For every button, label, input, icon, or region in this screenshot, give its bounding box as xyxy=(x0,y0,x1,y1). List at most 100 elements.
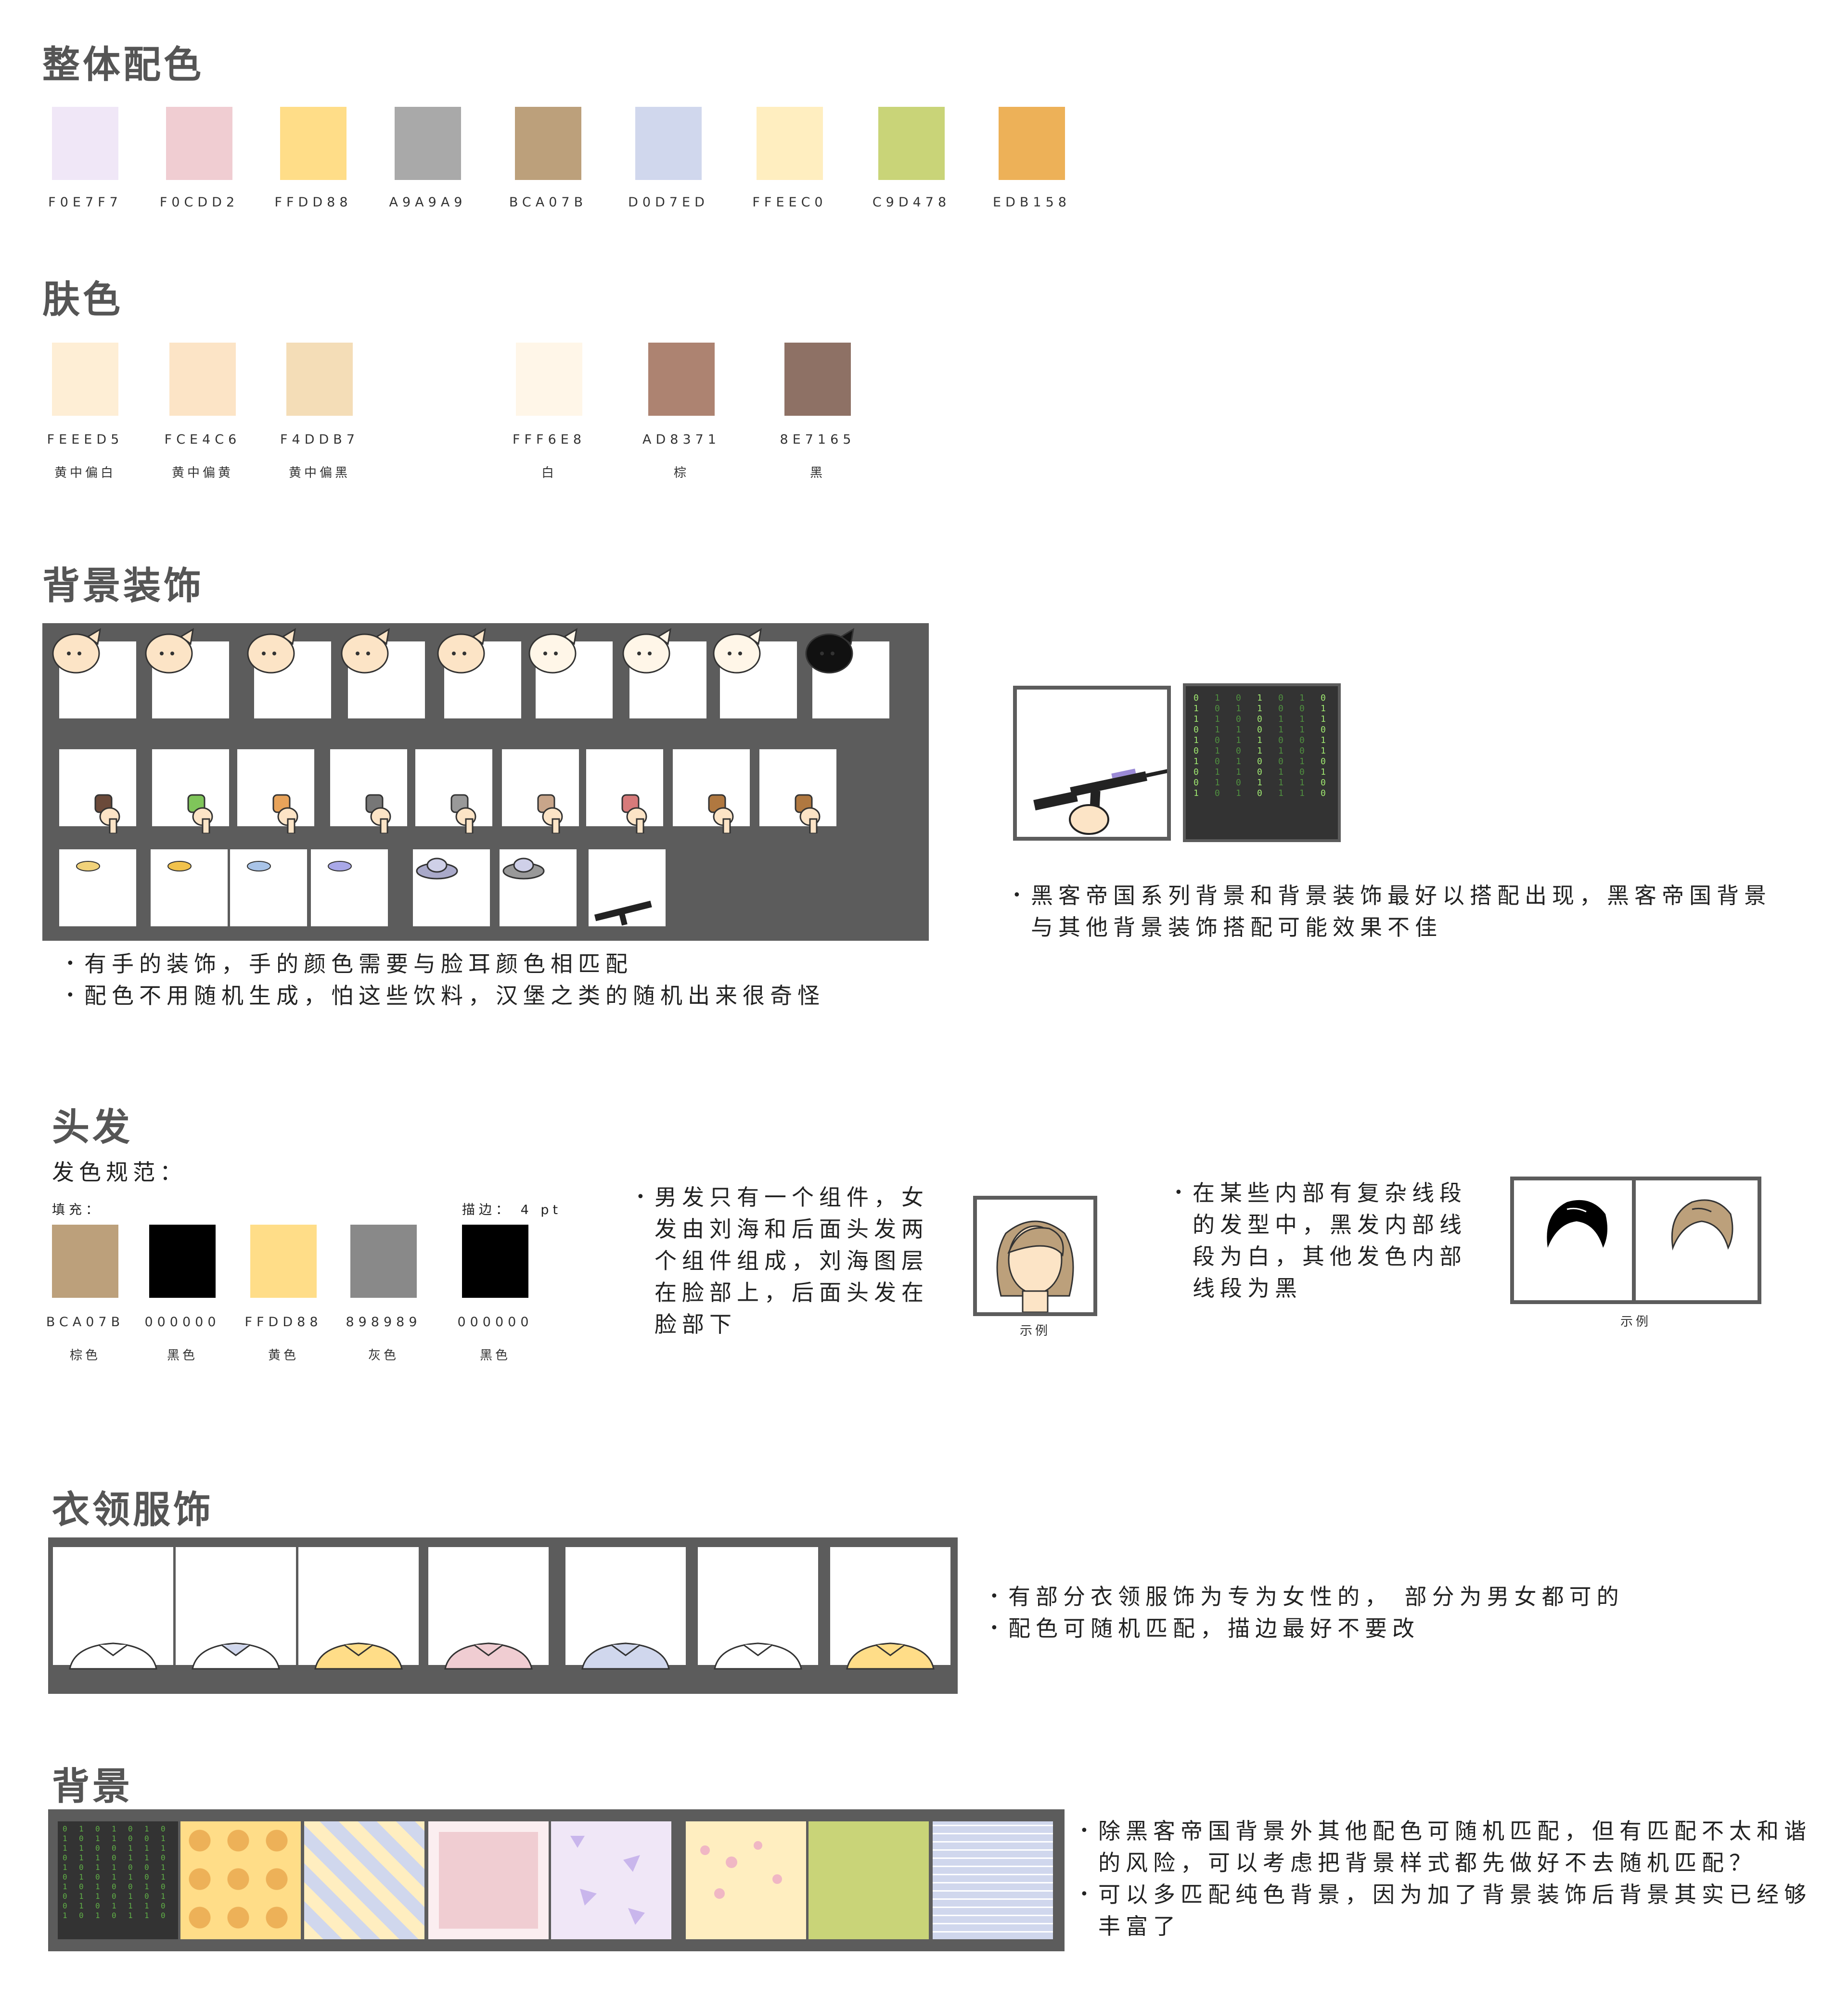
matrix-column: 0110101001 xyxy=(1194,693,1199,798)
skin-label: 黄中偏白 xyxy=(54,466,116,480)
collar-note-1: • 有部分衣领服饰为专为女性的， 部分为男女都可的 xyxy=(990,1584,1624,1610)
section-title-skin: 肤色 xyxy=(42,278,124,321)
color-code: EDB158 xyxy=(993,195,1071,210)
hacker-note-line-1: • 黑客帝国系列背景和背景装饰最好以搭配出现，黑客帝国背景 xyxy=(1013,883,1771,909)
section-title-overall: 整体配色 xyxy=(42,43,205,87)
matrix-column: 1011010110 xyxy=(79,1824,84,1920)
collar-icon xyxy=(444,1642,533,1670)
color-code: FFEEC0 xyxy=(752,195,827,210)
hair-label: 黑色 xyxy=(167,1348,198,1363)
collar-icon xyxy=(314,1642,403,1670)
matrix-column: 0011010111 xyxy=(1278,693,1283,798)
color-code: C9D478 xyxy=(872,195,951,210)
cat-peek-icon xyxy=(622,628,672,674)
matrix-column: 0101101101 xyxy=(1236,693,1241,798)
collar-card xyxy=(428,1547,549,1670)
hair-note-1: • 男发只有一个组件，女 发由刘海和后面头发两 个组件组成，刘海图层 在脸部上，后面头… xyxy=(636,1184,929,1337)
hair-code: 898989 xyxy=(346,1315,422,1330)
collar-icon xyxy=(581,1642,670,1670)
bird-icon xyxy=(247,861,271,871)
decor-card xyxy=(152,749,229,833)
color-swatch xyxy=(757,107,823,180)
bird-icon xyxy=(328,861,352,871)
decor-card xyxy=(502,749,579,833)
section-title-background: 背景 xyxy=(52,1765,133,1808)
stroke-swatch xyxy=(462,1225,528,1298)
decor-card xyxy=(589,849,666,926)
hair-label: 黄色 xyxy=(268,1348,299,1363)
skin-code: FCE4C6 xyxy=(164,432,241,447)
collar-note-2: • 配色可随机匹配，描边最好不要改 xyxy=(990,1615,1420,1641)
matrix-column: 1100110010 xyxy=(112,1824,116,1920)
section-title-decor: 背景装饰 xyxy=(42,564,205,608)
background-card xyxy=(808,1821,929,1939)
collar-card xyxy=(830,1547,950,1670)
ufo-icon xyxy=(502,858,545,880)
decor-card xyxy=(437,628,521,718)
decor-card xyxy=(586,749,663,833)
hair-spec-title: 发色规范： xyxy=(52,1159,187,1185)
skin-swatch xyxy=(784,343,851,416)
skin-label: 黄中偏黄 xyxy=(171,466,233,480)
decor-card xyxy=(413,849,490,926)
skin-code: FEEED5 xyxy=(47,432,124,447)
decor-card xyxy=(59,849,136,926)
female-hair-example xyxy=(973,1196,1097,1316)
matrix-column: 0110110100 xyxy=(1321,693,1326,798)
gun-decor-example xyxy=(1013,686,1171,841)
background-card xyxy=(933,1821,1053,1939)
bird-icon xyxy=(167,861,192,871)
color-swatch xyxy=(635,107,702,180)
decor-card xyxy=(237,749,314,833)
collar-panel xyxy=(48,1537,958,1694)
background-card xyxy=(686,1821,806,1939)
decor-note-1: • 有手的装饰，手的颜色需要与脸耳颜色相匹配 xyxy=(66,951,633,977)
matrix-column: 1011001011 xyxy=(1299,693,1305,798)
matrix-decor-example: 0110101001 1011010110 0101101101 1100110010… xyxy=(1183,683,1341,842)
decor-card xyxy=(151,849,228,926)
brown-hair-icon xyxy=(1671,1199,1733,1251)
collar-icon xyxy=(69,1642,157,1670)
hair-color-swatch xyxy=(350,1225,417,1298)
decor-card xyxy=(330,749,407,833)
background-card xyxy=(428,1821,549,1939)
decor-card xyxy=(145,628,229,718)
cat-peek-icon xyxy=(437,628,487,674)
cat-peek-icon xyxy=(713,628,762,674)
cat-peek-icon xyxy=(247,628,296,674)
matrix-column: 1011010110 xyxy=(1215,693,1220,798)
example-label-1: 示例 xyxy=(1019,1324,1051,1338)
cat-peek-icon xyxy=(341,628,390,674)
hacker-note-line-2: 与其他背景装饰搭配可能效果不佳 xyxy=(1031,914,1442,940)
color-code: A9A9A9 xyxy=(389,195,467,210)
skin-code: FFF6E8 xyxy=(512,432,586,447)
female-hair-icon xyxy=(996,1220,1074,1312)
background-card xyxy=(180,1821,301,1939)
decor-card xyxy=(52,628,136,718)
hand-item-icon xyxy=(365,794,391,833)
hand-item-icon xyxy=(621,794,647,833)
color-swatch xyxy=(166,107,232,180)
hair-stroke-label: 描边： 4 pt xyxy=(462,1203,562,1217)
color-code: F0E7F7 xyxy=(48,195,122,210)
decor-card xyxy=(759,749,836,833)
decor-card xyxy=(622,628,706,718)
background-note-2: • 可以多匹配纯色背景，因为加了背景装饰后背景其实已经够 丰富了 xyxy=(1080,1882,1811,1939)
decor-card xyxy=(341,628,425,718)
decor-card xyxy=(415,749,492,833)
hand-item-icon xyxy=(450,794,476,833)
collar-icon xyxy=(846,1642,935,1670)
decor-note-2: • 配色不用随机生成，怕这些饮料，汉堡之类的随机出来很奇怪 xyxy=(66,983,825,1009)
cat-peek-icon xyxy=(145,628,194,674)
decor-card xyxy=(528,628,613,718)
halo-icon xyxy=(76,861,100,871)
hair-color-swatch xyxy=(149,1225,216,1298)
stroke-label: 黑色 xyxy=(479,1348,511,1363)
color-swatch xyxy=(878,107,945,180)
hand-item-icon xyxy=(272,794,298,833)
skin-swatch xyxy=(648,343,715,416)
black-hair-icon xyxy=(1547,1200,1607,1248)
skin-label: 黑 xyxy=(809,466,825,480)
example-label-2: 示例 xyxy=(1620,1315,1651,1329)
cat-peek-icon xyxy=(528,628,578,674)
